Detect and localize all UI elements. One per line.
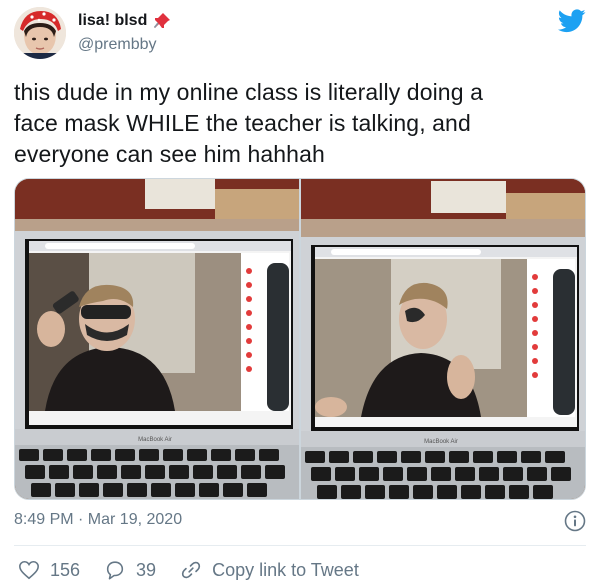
link-icon bbox=[181, 561, 201, 579]
media-photo-1[interactable]: MacBook Air bbox=[15, 179, 299, 499]
tweet-text-line: face mask WHILE the teacher is talking, … bbox=[14, 110, 471, 136]
info-icon[interactable] bbox=[564, 510, 586, 532]
tweet-text-line: this dude in my online class is literall… bbox=[14, 79, 483, 105]
heart-icon bbox=[19, 560, 39, 580]
tweet-actions: 156 39 Copy link to Tweet bbox=[18, 559, 383, 581]
reply-icon bbox=[106, 561, 124, 580]
author-handle[interactable]: @prembby bbox=[78, 36, 157, 54]
media-photo-2[interactable]: MacBook Air bbox=[301, 179, 585, 499]
author-name-row: lisa! blsd bbox=[78, 12, 171, 30]
tweet-text-line: everyone can see him hahhah bbox=[14, 141, 325, 167]
like-button[interactable]: 156 bbox=[18, 559, 80, 581]
tweet-media[interactable]: MacBook Air MacBook Air bbox=[14, 178, 586, 500]
tweet-card: lisa! blsd @prembby this dude in my onli… bbox=[0, 0, 600, 585]
display-name[interactable]: lisa! blsd bbox=[78, 12, 147, 30]
copy-link-label: Copy link to Tweet bbox=[212, 559, 359, 580]
reply-button[interactable]: 39 bbox=[104, 559, 156, 581]
laptop-label: MacBook Air bbox=[138, 437, 172, 443]
like-count: 156 bbox=[50, 559, 81, 580]
reply-count: 39 bbox=[136, 559, 157, 580]
laptop-label: MacBook Air bbox=[424, 439, 458, 445]
pin-icon bbox=[153, 12, 171, 30]
tweet-timestamp[interactable]: 8:49 PM · Mar 19, 2020 bbox=[14, 511, 182, 529]
tweet-text: this dude in my online class is literall… bbox=[14, 77, 584, 170]
twitter-bird-icon[interactable] bbox=[558, 9, 586, 33]
avatar[interactable] bbox=[14, 7, 66, 59]
copy-link-button[interactable]: Copy link to Tweet bbox=[180, 559, 359, 581]
footer-divider bbox=[14, 545, 586, 546]
